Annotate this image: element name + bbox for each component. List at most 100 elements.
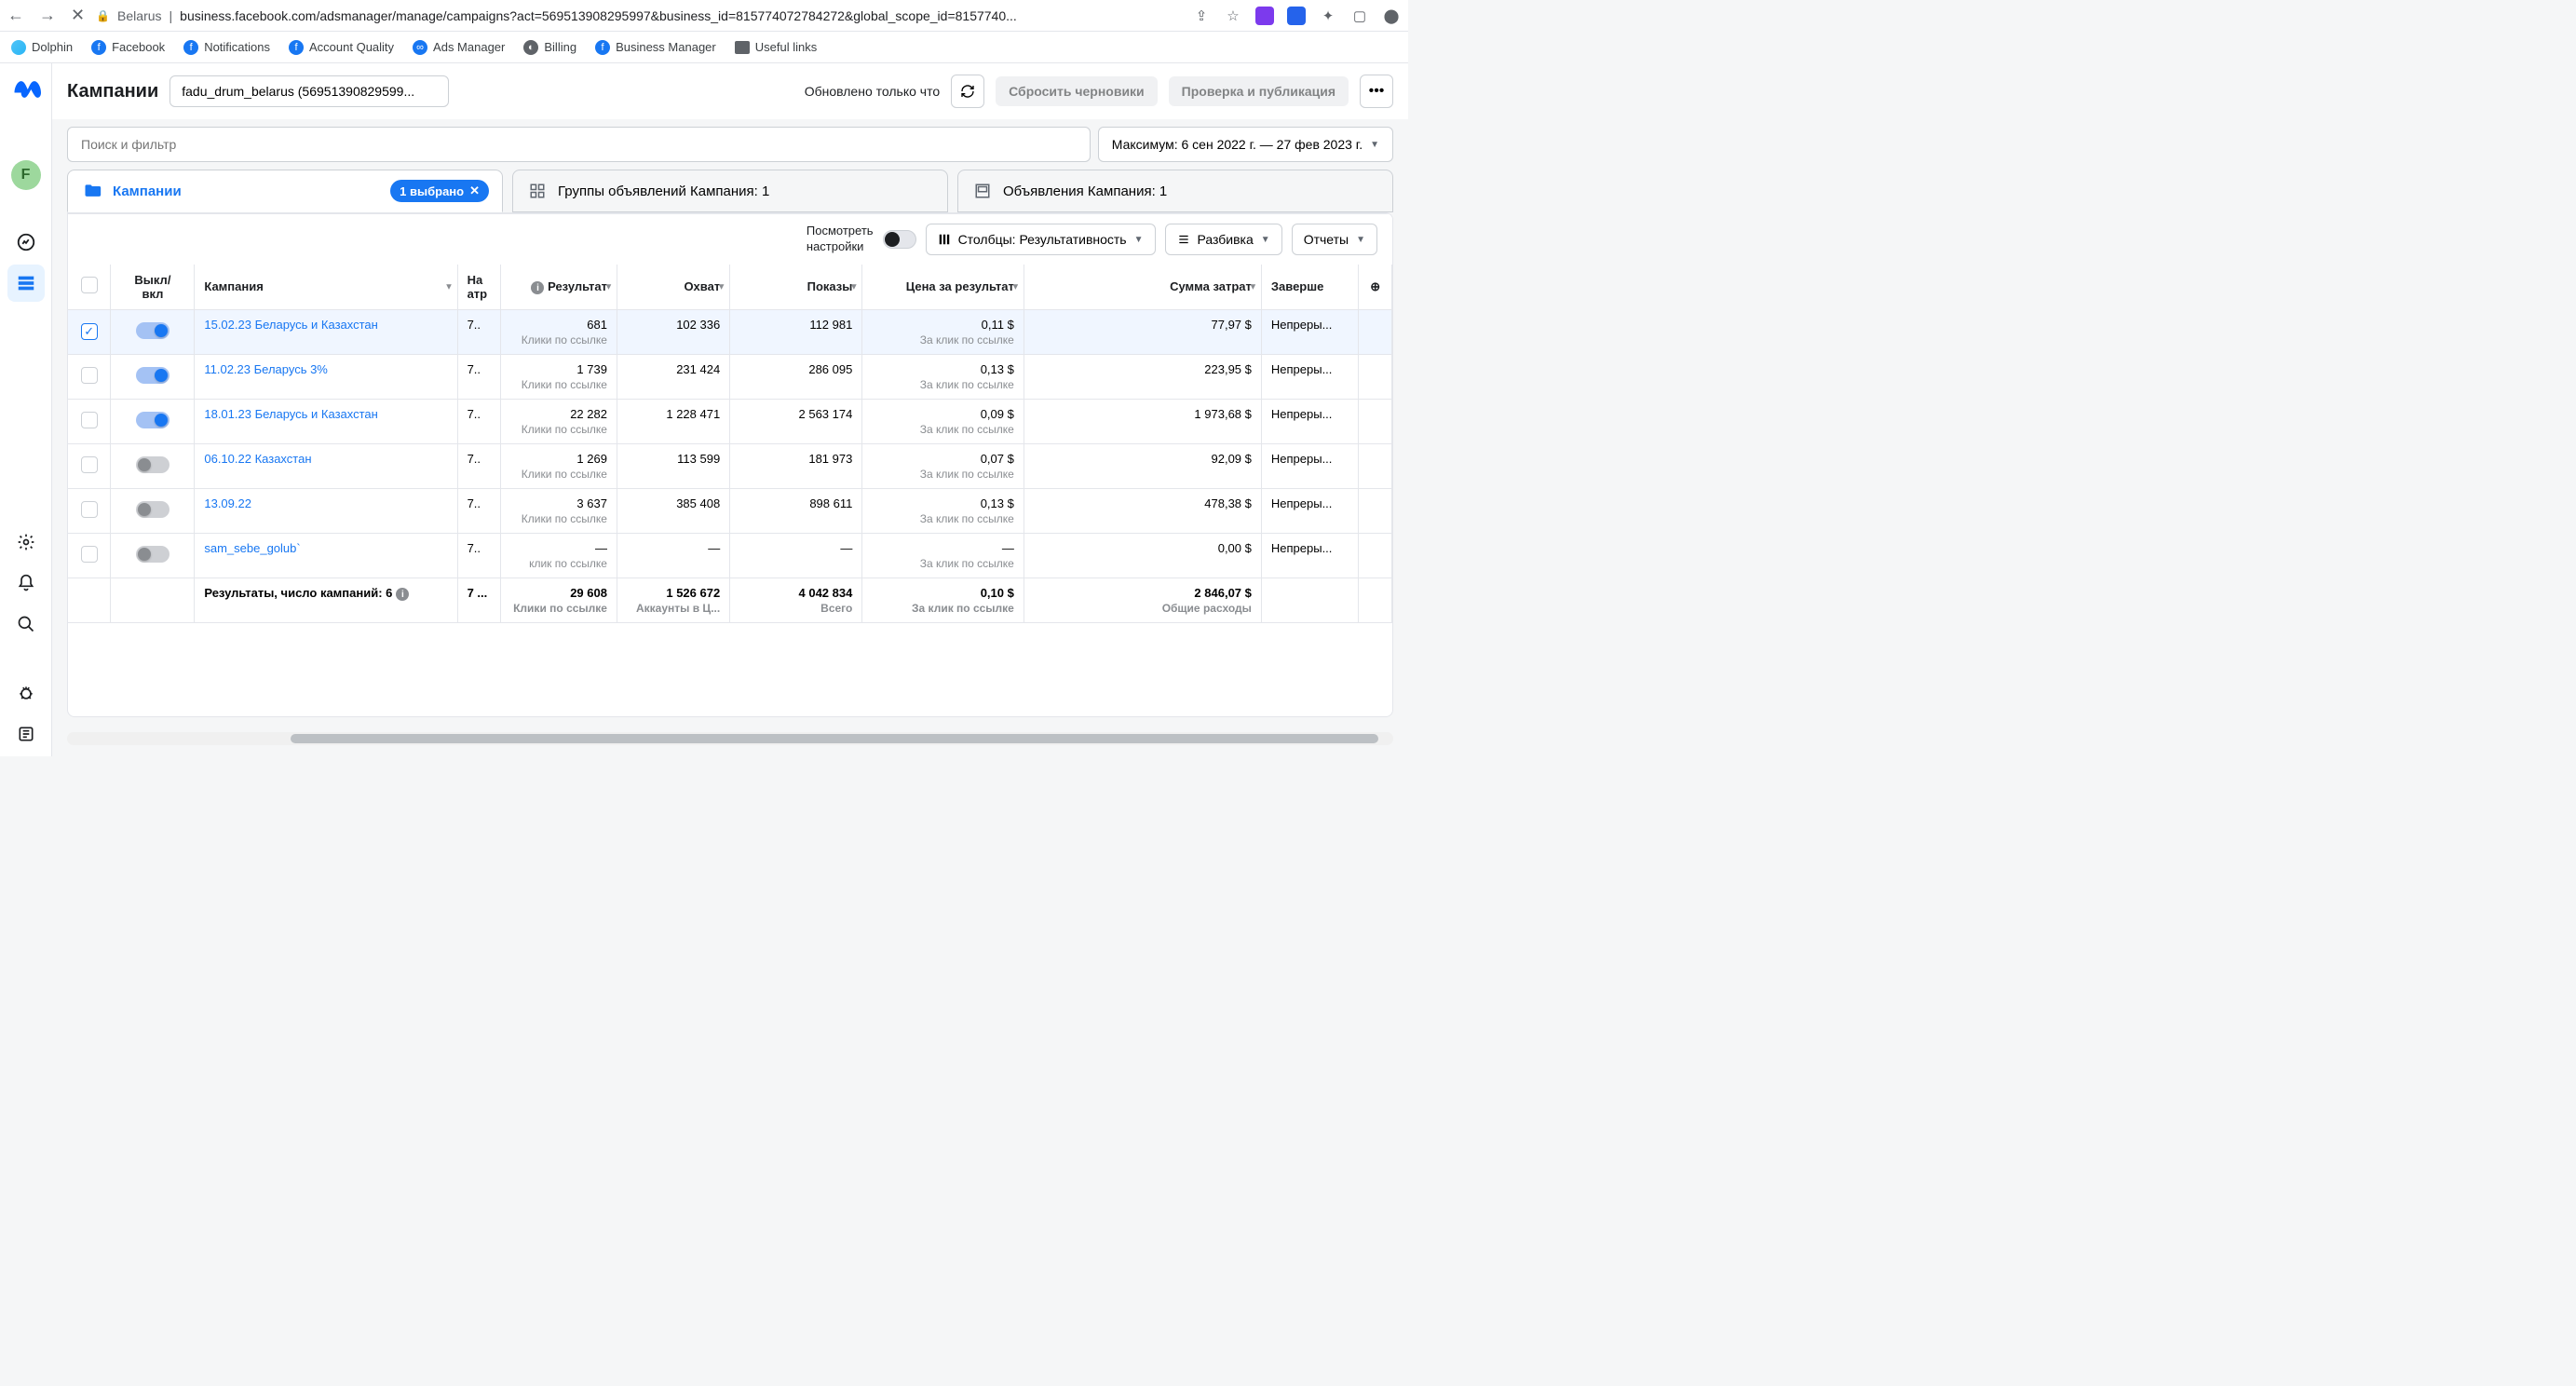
row-checkbox[interactable] <box>81 546 98 563</box>
add-column-button[interactable]: ⊕ <box>1359 265 1392 309</box>
bookmark-notifications[interactable]: fNotifications <box>183 40 270 55</box>
updated-label: Обновлено только что <box>805 84 940 99</box>
row-toggle[interactable] <box>136 546 169 563</box>
campaign-link[interactable]: 13.09.22 <box>204 496 251 510</box>
view-settings-toggle[interactable] <box>883 230 916 249</box>
sidebar-search-icon[interactable] <box>7 605 45 643</box>
columns-button[interactable]: Столбцы: Результативность▼ <box>926 224 1156 255</box>
campaign-link[interactable]: 11.02.23 Беларусь 3% <box>204 362 328 376</box>
header-end[interactable]: Заверше <box>1261 265 1359 309</box>
table-row[interactable]: 06.10.22 Казахстан7..1 269Клики по ссылк… <box>68 443 1392 488</box>
table-row[interactable]: 11.02.23 Беларусь 3%7..1 739Клики по ссы… <box>68 354 1392 399</box>
bookmark-ads-manager[interactable]: ∞Ads Manager <box>413 40 505 55</box>
table-header-row: Выкл/вкл Кампания▾ Наатр i Результат▾ Ох… <box>68 265 1392 309</box>
table-row[interactable]: 13.09.227..3 637Клики по ссылке385 40889… <box>68 488 1392 533</box>
close-icon[interactable]: ✕ <box>469 183 480 198</box>
tab-ads[interactable]: Объявления Кампания: 1 <box>957 170 1393 212</box>
info-icon: i <box>396 588 409 601</box>
reports-button[interactable]: Отчеты▼ <box>1292 224 1377 255</box>
campaign-link[interactable]: 18.01.23 Беларусь и Казахстан <box>204 407 377 421</box>
sidebar-notifications-icon[interactable] <box>7 564 45 602</box>
sidebar-settings-icon[interactable] <box>7 523 45 561</box>
row-toggle[interactable] <box>136 412 169 428</box>
back-icon[interactable]: ← <box>7 6 24 25</box>
bookmark-business-manager[interactable]: fBusiness Manager <box>595 40 716 55</box>
tabs: Кампании 1 выбрано✕ Группы объявлений Ка… <box>52 170 1408 212</box>
extension-blue-icon[interactable] <box>1287 7 1306 25</box>
account-selector[interactable]: fadu_drum_belarus (56951390829599... <box>169 75 449 107</box>
sidebar-campaigns-icon[interactable] <box>7 265 45 302</box>
ad-icon <box>971 180 994 202</box>
header-onoff: Выкл/вкл <box>111 265 195 309</box>
row-toggle[interactable] <box>136 501 169 518</box>
sidebar-bug-icon[interactable] <box>7 674 45 712</box>
header-attribution[interactable]: Наатр <box>457 265 500 309</box>
page-title: Кампании <box>67 81 158 102</box>
horizontal-scrollbar[interactable] <box>67 732 1393 745</box>
table-container: Посмотретьнастройки Столбцы: Результатив… <box>67 212 1393 717</box>
country-label: Belarus <box>117 8 161 23</box>
campaign-link[interactable]: 06.10.22 Казахстан <box>204 452 311 466</box>
selected-chip: 1 выбрано✕ <box>390 180 489 202</box>
bookmark-facebook[interactable]: fFacebook <box>91 40 165 55</box>
bookmark-useful-links[interactable]: Useful links <box>735 40 817 54</box>
campaign-link[interactable]: sam_sebe_golub` <box>204 541 300 555</box>
tab-campaigns[interactable]: Кампании 1 выбрано✕ <box>67 170 503 212</box>
url-text: business.facebook.com/adsmanager/manage/… <box>180 8 1017 23</box>
row-checkbox[interactable]: ✓ <box>81 323 98 340</box>
reset-drafts-button[interactable]: Сбросить черновики <box>996 76 1158 106</box>
row-toggle[interactable] <box>136 322 169 339</box>
date-range-button[interactable]: Максимум: 6 сен 2022 г. — 27 фев 2023 г.… <box>1098 127 1393 162</box>
table-row[interactable]: 18.01.23 Беларусь и Казахстан7..22 282Кл… <box>68 399 1392 443</box>
breakdown-button[interactable]: Разбивка▼ <box>1165 224 1282 255</box>
header-spend[interactable]: Сумма затрат▾ <box>1024 265 1261 309</box>
row-checkbox[interactable] <box>81 412 98 428</box>
table-row[interactable]: ✓15.02.23 Беларусь и Казахстан7..681Клик… <box>68 309 1392 354</box>
browser-actions: ⇪ ☆ ✦ ▢ ⬤ <box>1192 7 1401 25</box>
search-input[interactable] <box>67 127 1091 162</box>
campaign-link[interactable]: 15.02.23 Беларусь и Казахстан <box>204 318 377 332</box>
bookmark-dolphin[interactable]: Dolphin <box>11 40 73 55</box>
meta-logo[interactable] <box>11 75 41 104</box>
bookmark-billing[interactable]: ◐Billing <box>523 40 576 55</box>
refresh-button[interactable] <box>951 75 984 108</box>
header-reach[interactable]: Охват▾ <box>617 265 729 309</box>
totals-label: Результаты, число кампаний: 6i <box>195 578 457 622</box>
header-checkbox[interactable] <box>68 265 111 309</box>
more-button[interactable]: ••• <box>1360 75 1393 108</box>
star-icon[interactable]: ☆ <box>1224 7 1242 25</box>
sidebar-help-icon[interactable] <box>7 715 45 753</box>
avatar[interactable]: F <box>11 160 41 190</box>
lock-icon: 🔒 <box>96 9 110 22</box>
bookmark-account-quality[interactable]: fAccount Quality <box>289 40 394 55</box>
extension-purple-icon[interactable] <box>1255 7 1274 25</box>
puzzle-icon[interactable]: ✦ <box>1319 7 1337 25</box>
main: Кампании fadu_drum_belarus (569513908295… <box>52 63 1408 756</box>
row-checkbox[interactable] <box>81 367 98 384</box>
browser-bar: ← → ✕ 🔒 Belarus | business.facebook.com/… <box>0 0 1408 32</box>
header-result[interactable]: i Результат▾ <box>500 265 617 309</box>
tab-adsets[interactable]: Группы объявлений Кампания: 1 <box>512 170 948 212</box>
chevron-down-icon: ▼ <box>1370 140 1379 150</box>
url-bar[interactable]: 🔒 Belarus | business.facebook.com/adsman… <box>96 8 1181 23</box>
row-toggle[interactable] <box>136 367 169 384</box>
profile-icon[interactable]: ⬤ <box>1382 7 1401 25</box>
grid-icon <box>526 180 549 202</box>
table-row[interactable]: sam_sebe_golub`7..—клик по ссылке———За к… <box>68 533 1392 578</box>
sidebar-overview-icon[interactable] <box>7 224 45 261</box>
nav-arrows: ← → ✕ <box>7 6 85 25</box>
row-toggle[interactable] <box>136 456 169 473</box>
header-impressions[interactable]: Показы▾ <box>730 265 862 309</box>
panel-icon[interactable]: ▢ <box>1350 7 1369 25</box>
header-campaign[interactable]: Кампания▾ <box>195 265 457 309</box>
review-publish-button[interactable]: Проверка и публикация <box>1169 76 1349 106</box>
table-footer-row: Результаты, число кампаний: 6i 7 ... 29 … <box>68 578 1392 622</box>
row-checkbox[interactable] <box>81 501 98 518</box>
view-settings-label: Посмотретьнастройки <box>807 224 874 255</box>
stop-icon[interactable]: ✕ <box>71 6 85 25</box>
forward-icon[interactable]: → <box>39 6 56 25</box>
header-cpr[interactable]: Цена за результат▾ <box>862 265 1024 309</box>
row-checkbox[interactable] <box>81 456 98 473</box>
share-icon[interactable]: ⇪ <box>1192 7 1211 25</box>
info-icon: i <box>531 281 544 294</box>
